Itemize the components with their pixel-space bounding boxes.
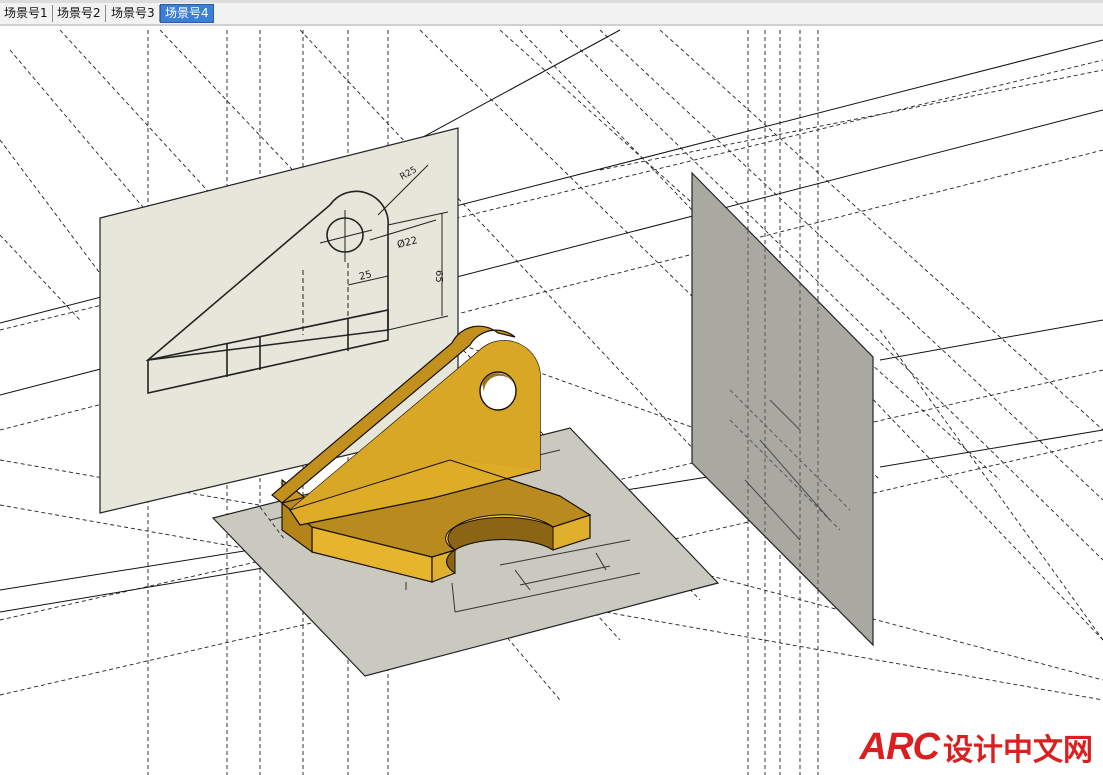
3d-viewport[interactable]: R25 Ø22 25 65 [0, 26, 1103, 775]
watermark-brand: ARC [859, 725, 940, 768]
tab-scene-4[interactable]: 场景号4 [160, 4, 214, 23]
side-view-plane [691, 171, 874, 647]
tab-scene-3[interactable]: 场景号3 [107, 5, 160, 22]
scene-tab-bar: 场景号1 场景号2 场景号3 场景号4 [0, 3, 1103, 25]
watermark-text: 设计中文网 [943, 733, 1093, 768]
tab-scene-2[interactable]: 场景号2 [53, 5, 106, 22]
height-dimension: 65 [433, 270, 444, 283]
site-watermark: ARC 设计中文网 [859, 725, 1093, 769]
tab-scene-1[interactable]: 场景号1 [0, 5, 53, 22]
